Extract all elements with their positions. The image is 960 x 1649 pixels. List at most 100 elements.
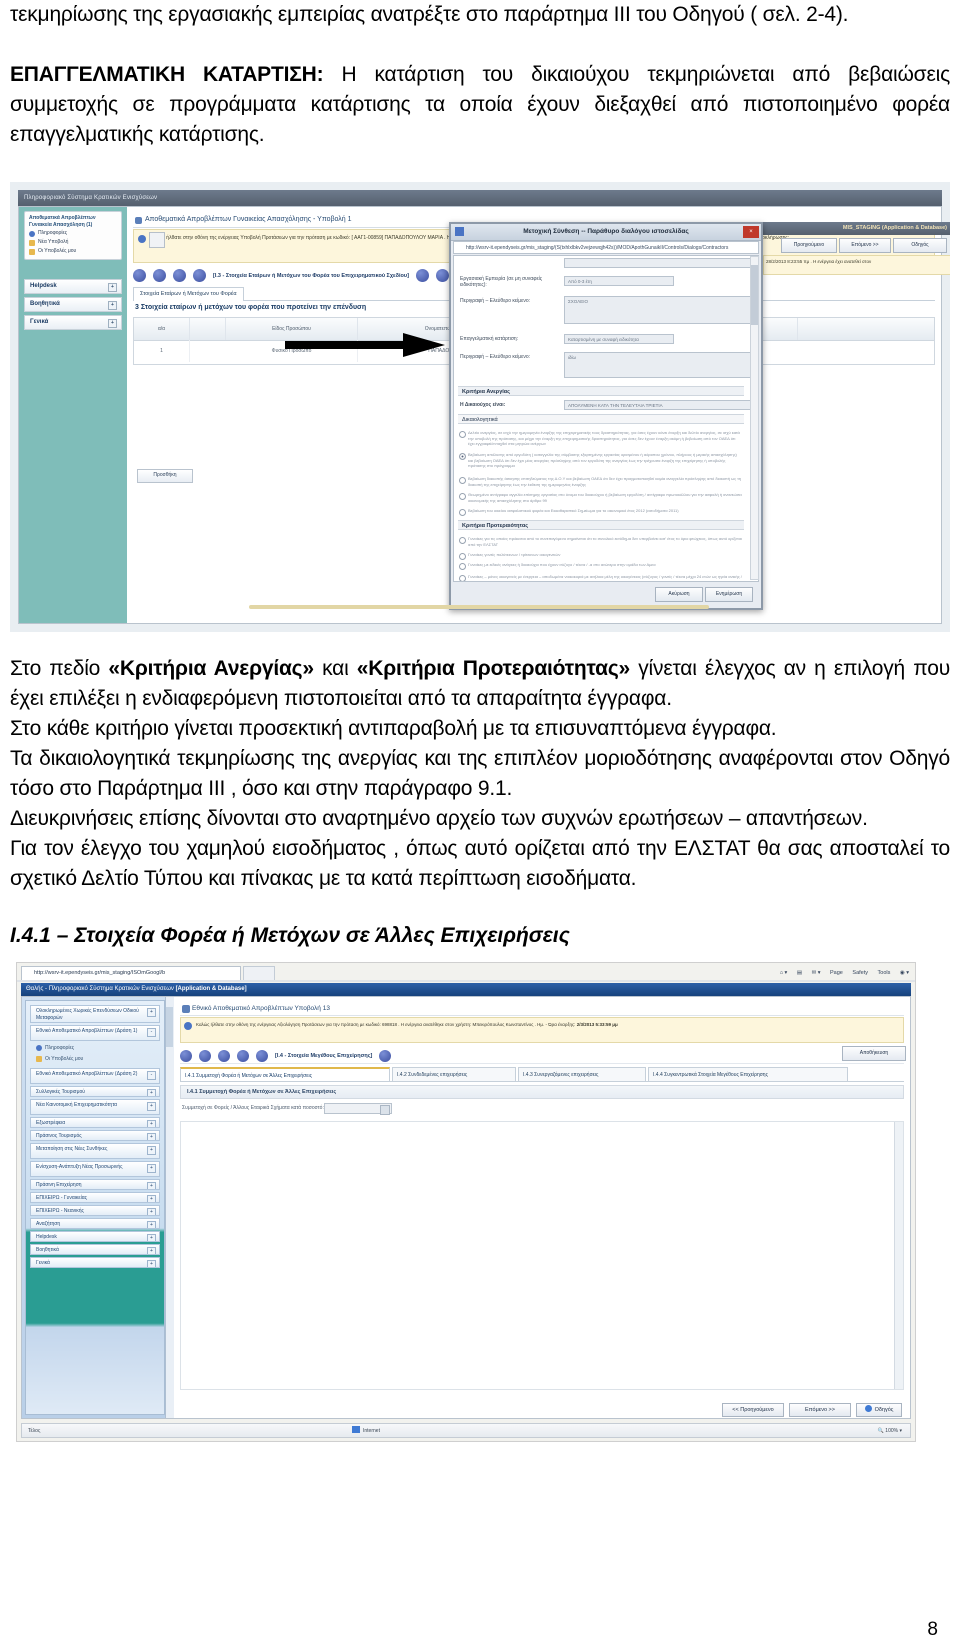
menu-safety[interactable]: Safety [852,970,868,976]
expander-icon[interactable]: + [147,1146,156,1155]
sidebar-item-epicheiro-youth[interactable]: ΕΠΙΧΕΙΡΩ - Νεανικής + [30,1205,160,1216]
sidebar-item-extroversion[interactable]: Εξωστρέφεια + [30,1117,160,1128]
step-circle-5[interactable] [256,1049,268,1062]
expander-icon[interactable]: + [108,301,117,310]
radio-icon-selected[interactable] [459,452,466,460]
sidebar-accordion-general[interactable]: Γενικά + [24,315,122,330]
step-circle-5[interactable] [415,269,429,283]
browser-tab[interactable]: http://wsrv-it.ependyseis.gr/mis_staging… [21,966,241,980]
radio-unemployment-option-4[interactable]: Θεωρημένο αντίγραφο αγγελία επίσημης εργ… [459,492,742,503]
sidebar-item-reserve-action-1[interactable]: Εθνικό Αποθεματικό Απροβλέπτων (Δράση 1)… [30,1025,160,1041]
field-professional-training[interactable]: Καταρτισμένη με συναφή ειδικότητα [564,334,674,344]
sidebar-item-green-tourism[interactable]: Πράσινος Τουρισμός + [30,1130,160,1141]
radio-priority-option-2[interactable]: Γυναίκες γονείς πολύτεκνων / τρίτεκνων ο… [459,552,742,560]
sidebar-subitem-my-submissions[interactable]: Οι Υποβολές μου [36,1055,158,1063]
sidebar-item-manufacturing[interactable]: Μεταποίηση στις Νέες Συνθήκες + [30,1143,160,1159]
help-icon[interactable]: ◉ ▾ [900,970,909,976]
radio-unemployment-option-1[interactable]: Δελτίο ανεργίας, σε ισχύ την ημερομηνία … [459,430,742,447]
sidebar-accordion-helpdesk[interactable]: Helpdesk + [24,279,122,294]
step-circle-6[interactable] [435,269,449,283]
expander-icon[interactable]: + [147,1133,156,1140]
expander-icon[interactable]: + [147,1182,156,1189]
step-circle-3[interactable] [173,269,186,283]
expander-icon[interactable]: - [147,1028,156,1037]
expander-icon[interactable]: + [147,1008,156,1017]
radio-priority-option-4[interactable]: Γυναίκες – μόνες οικογενείς με ένεργεια … [459,574,742,581]
field-work-experience[interactable]: Από 0-3 έτη [564,276,674,286]
next-button[interactable]: Επόμενο >> [789,1403,851,1417]
expander-icon[interactable]: + [147,1120,156,1127]
sidebar-item-my-submissions[interactable]: Οι Υποβολές μου [29,247,117,256]
step-circle-2[interactable] [199,1049,211,1062]
tab-i43-partner[interactable]: I.4.3 Συνεργαζόμενες επιχειρήσεις [518,1067,646,1081]
sidebar-item-territorial[interactable]: Ολοκληρωμένες Χωρικές Επενδύσεων Οδικού … [30,1005,160,1023]
expander-icon[interactable]: + [108,319,117,328]
grid-scrollbar[interactable] [894,1122,903,1389]
expander-icon[interactable]: + [147,1102,156,1111]
dialog-scrollbar[interactable] [750,256,759,580]
menu-tools[interactable]: Tools [878,970,891,976]
scrollbar-thumb[interactable] [166,1007,173,1047]
field-beneficiary-status[interactable]: ΑΠΟΛΥΜΕΝΗ ΚΑΤΑ ΤΗΝ ΤΕΛΕΥΤΑΙΑ ΤΡΙΕΤΙΑ [564,400,754,410]
radio-icon[interactable] [459,476,466,484]
previous-button[interactable]: << Προηγούμενο [722,1403,784,1417]
sidebar-item-support-development[interactable]: Ενίσχυση-Ανάπτυξη Νέας Προσωρινής + [30,1161,160,1177]
expander-icon[interactable]: + [147,1247,156,1254]
home-icon[interactable]: ⌂ ▾ [780,970,788,976]
browser-new-tab[interactable] [243,966,275,981]
sidebar-item-new-submission[interactable]: Νέα Υποβολή [29,238,117,247]
chevron-down-icon[interactable] [380,1105,390,1115]
background-button-previous[interactable]: Προηγούμενο [781,238,837,253]
menu-page[interactable]: Page [830,970,843,976]
save-button[interactable]: Αποθήκευση [842,1046,906,1061]
sidebar-item-new-innovative[interactable]: Νέα Καινοτομική Επιχειρηματικότητα + [30,1099,160,1115]
expander-icon[interactable]: + [147,1164,156,1173]
radio-icon[interactable] [459,430,466,438]
background-button-guide[interactable]: Οδηγός [893,238,947,253]
radio-unemployment-option-3[interactable]: Βεβαίωση διακοπής άσκησης επιτηδεύματος … [459,476,742,487]
expander-icon[interactable]: + [147,1260,156,1267]
dialog-cancel-button[interactable]: Ακύρωση [655,587,703,602]
expander-icon[interactable]: + [147,1234,156,1241]
radio-icon[interactable] [459,562,466,570]
sidebar-subitem-information[interactable]: Πληροφορίες [36,1044,158,1052]
step-circle-4[interactable] [193,269,206,283]
scrollbar-thumb[interactable] [751,265,758,325]
field-description-2[interactable]: ιδίω [564,352,754,378]
mail-icon[interactable]: ✉ ▾ [812,970,821,976]
radio-icon[interactable] [459,492,466,500]
step-circle-6[interactable] [379,1049,392,1062]
tab-i42-linked[interactable]: I.4.2 Συνδεδεμένες επιχειρήσεις [392,1067,516,1081]
field-participation-select[interactable] [324,1103,392,1115]
feeds-icon[interactable]: ▤ [797,970,802,976]
sidebar-item-general[interactable]: Γενικά + [30,1257,160,1268]
dialog-update-button[interactable]: Ενημέρωση [705,587,753,602]
sidebar-item-helpdesk[interactable]: Helpdesk + [30,1231,160,1242]
expander-icon[interactable]: - [147,1071,156,1080]
radio-unemployment-option-5[interactable]: Βεβαίωση του οικείου ασφαλιστικού φορέα … [459,508,742,516]
sidebar-item-information[interactable]: Πληροφορίες [29,229,117,238]
step-circle-1[interactable] [180,1049,192,1062]
field-top-select[interactable] [564,258,754,268]
guide-button[interactable]: Οδηγός [856,1403,902,1417]
radio-icon[interactable] [459,574,466,581]
background-button-next[interactable]: Επόμενο >> [839,238,891,253]
expander-icon[interactable]: + [147,1221,156,1228]
tab-i44-aggregate[interactable]: I.4.4 Συγκεντρωτικά Στοιχεία Μεγέθους Επ… [648,1067,848,1081]
sidebar-item-helpers[interactable]: Βοηθητικά + [30,1244,160,1255]
radio-icon[interactable] [459,536,466,544]
tab-i41-participation[interactable]: I.4.1 Συμμετοχή Φορέα ή Μετόχων σε Άλλες… [180,1067,390,1081]
sidebar-item-collective-tourism[interactable]: Συλλογικές Τουρισμού + [30,1086,160,1097]
step-circle-4[interactable] [237,1049,249,1062]
step-circle-3[interactable] [218,1049,230,1062]
sidebar-item-green-business[interactable]: Πράσινη Επιχείρηση + [30,1179,160,1190]
field-description-1[interactable]: ΣΧΟΛΕΙΟ [564,296,754,324]
sidebar-item-reserve-action-2[interactable]: Εθνικό Αποθεματικό Απροβλέπτων (Δράση 2)… [30,1068,160,1084]
step-circle-1[interactable] [133,269,146,283]
tab-partners-shareholders[interactable]: Στοιχεία Εταίρων ή Μετόχων του Φορέα [133,287,244,301]
row-edit-icon[interactable] [149,232,165,248]
radio-priority-option-1[interactable]: Γυναίκες για τις οποίες πρόκειται από το… [459,536,742,547]
step-circle-2[interactable] [153,269,166,283]
sidebar-accordion-helpers[interactable]: Βοηθητικά + [24,297,122,312]
radio-priority-option-3[interactable]: Γυναίκες με ειδικές ανάγκες ή δικαιούχοι… [459,562,742,570]
